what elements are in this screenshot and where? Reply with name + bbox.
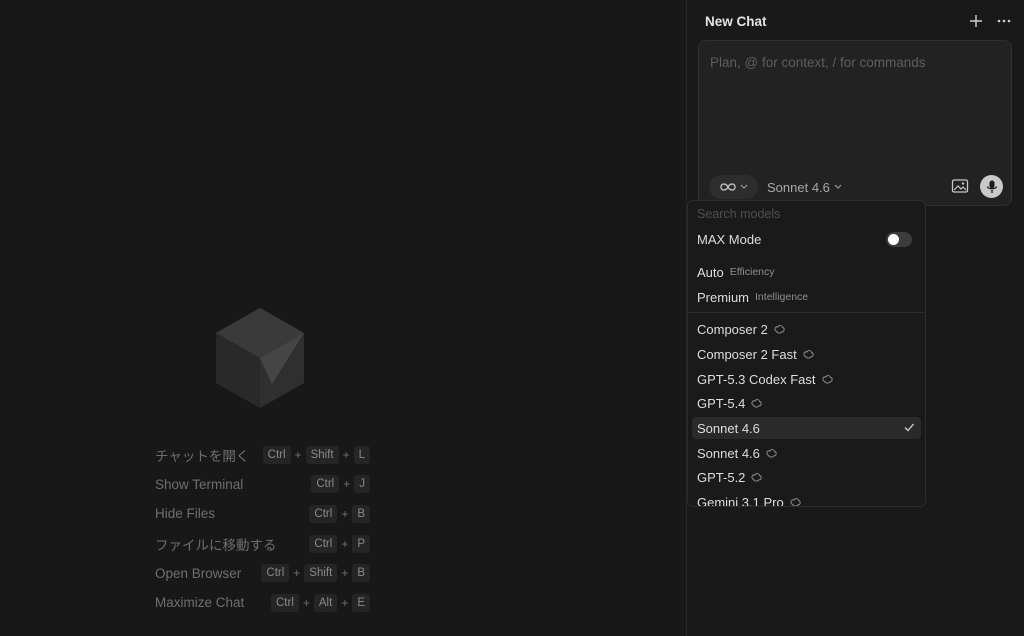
key-cap: L xyxy=(353,445,370,464)
shortcut-keys: Ctrl + P xyxy=(309,534,370,553)
key-cap: Alt xyxy=(313,593,338,612)
key-cap: Ctrl xyxy=(309,504,338,523)
max-mode-label: MAX Mode xyxy=(697,231,762,247)
model-item[interactable]: Sonnet 4.6 xyxy=(692,442,921,464)
chevron-down-icon xyxy=(740,184,748,189)
model-name: Gemini 3.1 Pro xyxy=(697,494,784,507)
model-item[interactable]: GPT-5.4 xyxy=(692,392,921,414)
thinking-brain-icon xyxy=(821,374,833,384)
preset-subtitle: Intelligence xyxy=(755,291,809,303)
preset-name: Premium xyxy=(697,289,750,305)
checkmark-icon xyxy=(904,423,914,432)
voice-input-button[interactable] xyxy=(980,175,1003,198)
model-name: Composer 2 xyxy=(697,321,768,337)
max-mode-toggle[interactable] xyxy=(886,231,912,247)
key-separator: + xyxy=(341,566,349,581)
search-models-input[interactable] xyxy=(697,206,897,222)
shortcut-label: Maximize Chat xyxy=(155,595,245,611)
preset-premium[interactable]: Premium Intelligence xyxy=(692,286,921,308)
key-cap: Ctrl xyxy=(270,593,299,612)
shortcut-keys: Ctrl + B xyxy=(309,504,370,523)
key-cap: Ctrl xyxy=(262,445,291,464)
chat-title: New Chat xyxy=(705,13,767,29)
key-separator: + xyxy=(341,506,349,521)
shortcut-row: Maximize Chat Ctrl + Alt + E xyxy=(155,588,370,618)
shortcut-list: チャットを開く Ctrl + Shift + L Show Terminal C… xyxy=(155,440,370,618)
key-cap: J xyxy=(354,475,370,494)
key-separator: + xyxy=(294,447,302,462)
key-cap: P xyxy=(352,534,370,553)
model-item[interactable]: Composer 2 Fast xyxy=(692,343,921,365)
toggle-knob xyxy=(888,233,899,245)
infinity-icon xyxy=(720,183,736,191)
image-attach-icon[interactable] xyxy=(951,178,969,194)
key-cap: Shift xyxy=(304,564,338,583)
thinking-brain-icon xyxy=(774,324,785,334)
thinking-brain-icon xyxy=(790,497,801,506)
shortcut-row: Open Browser Ctrl + Shift + B xyxy=(155,558,370,588)
key-separator: + xyxy=(293,566,301,581)
model-item[interactable]: GPT-5.2 xyxy=(692,466,921,488)
thinking-brain-icon xyxy=(751,472,763,482)
more-options-icon[interactable] xyxy=(996,13,1012,29)
shortcut-row: チャットを開く Ctrl + Shift + L xyxy=(155,440,370,470)
thinking-brain-icon xyxy=(803,349,814,359)
key-separator: + xyxy=(342,447,350,462)
model-item-selected[interactable]: Sonnet 4.6 xyxy=(692,417,921,439)
key-separator: + xyxy=(341,595,349,610)
model-name: GPT-5.2 xyxy=(697,469,746,485)
key-separator: + xyxy=(302,595,310,610)
shortcut-row: Show Terminal Ctrl + J xyxy=(155,470,370,500)
shortcut-row: ファイルに移動する Ctrl + P xyxy=(155,529,370,559)
model-name: Composer 2 Fast xyxy=(697,346,797,362)
preset-auto[interactable]: Auto Efficiency xyxy=(692,261,921,283)
model-name: Sonnet 4.6 xyxy=(697,445,760,461)
key-cap: E xyxy=(352,593,370,612)
model-item[interactable]: Composer 2 xyxy=(692,318,921,340)
editor-area: チャットを開く Ctrl + Shift + L Show Terminal C… xyxy=(0,0,686,636)
model-item[interactable]: GPT-5.3 Codex Fast xyxy=(692,368,921,390)
model-item[interactable]: Gemini 3.1 Pro xyxy=(692,491,921,507)
preset-subtitle: Efficiency xyxy=(729,266,775,278)
chat-header-actions xyxy=(968,13,1012,29)
shortcut-label: ファイルに移動する xyxy=(155,537,277,553)
model-name: GPT-5.3 Codex Fast xyxy=(697,371,816,387)
shortcut-label: Open Browser xyxy=(155,565,242,581)
chat-header: New Chat xyxy=(705,12,1012,30)
key-cap: Shift xyxy=(305,445,339,464)
chat-input[interactable] xyxy=(708,51,1002,73)
menu-divider xyxy=(688,312,925,313)
model-selector-label: Sonnet 4.6 xyxy=(767,179,830,195)
shortcut-label: Show Terminal xyxy=(155,476,244,492)
model-name: Sonnet 4.6 xyxy=(697,420,760,436)
preset-name: Auto xyxy=(697,264,724,280)
shortcut-row: Hide Files Ctrl + B xyxy=(155,499,370,529)
max-mode-row[interactable]: MAX Mode xyxy=(692,228,921,250)
shortcut-label: Hide Files xyxy=(155,506,216,522)
cursor-logo-icon xyxy=(216,308,304,408)
model-dropdown: MAX Mode Auto Efficiency Premium Intelli… xyxy=(687,200,926,507)
key-separator: + xyxy=(341,536,349,551)
microphone-icon xyxy=(986,180,997,193)
shortcut-label: チャットを開く xyxy=(155,448,250,464)
new-chat-plus-icon[interactable] xyxy=(968,13,984,29)
key-cap: B xyxy=(352,504,370,523)
shortcut-keys: Ctrl + Alt + E xyxy=(270,593,370,612)
key-cap: B xyxy=(352,564,370,583)
model-selector-button[interactable]: Sonnet 4.6 xyxy=(767,177,842,197)
chat-composer: Sonnet 4.6 xyxy=(698,40,1012,206)
chevron-down-icon xyxy=(834,184,842,189)
shortcut-keys: Ctrl + Shift + B xyxy=(261,564,370,583)
thinking-brain-icon xyxy=(751,398,763,408)
key-cap: Ctrl xyxy=(311,475,340,494)
shortcut-keys: Ctrl + Shift + L xyxy=(262,445,370,464)
key-separator: + xyxy=(343,477,351,492)
thinking-brain-icon xyxy=(766,448,777,458)
model-name: GPT-5.4 xyxy=(697,395,746,411)
key-cap: Ctrl xyxy=(309,534,338,553)
key-cap: Ctrl xyxy=(261,564,290,583)
agent-mode-button[interactable] xyxy=(709,175,758,199)
shortcut-keys: Ctrl + J xyxy=(311,475,370,494)
